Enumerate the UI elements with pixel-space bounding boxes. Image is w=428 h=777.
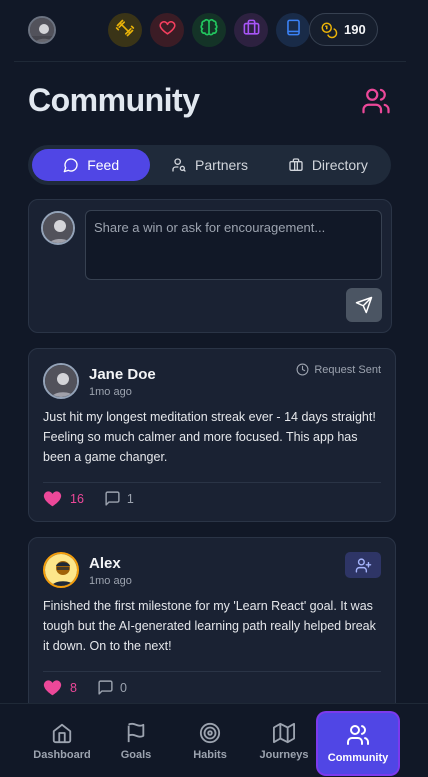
nav-dashboard-label: Dashboard [33, 748, 91, 761]
send-icon [355, 296, 373, 314]
heart-filled-icon [43, 490, 62, 507]
author-avatar[interactable] [43, 552, 79, 588]
users-icon [346, 723, 370, 747]
nav-goals[interactable]: Goals [108, 704, 164, 777]
send-button[interactable] [346, 288, 382, 322]
tab-partners-label: Partners [195, 157, 248, 173]
post-time: 1mo ago [89, 575, 132, 587]
post-stats: 16 1 [43, 490, 134, 507]
community-tabs: Feed Partners Directory [28, 145, 391, 185]
heart-filled-icon [43, 679, 62, 696]
tab-partners[interactable]: Partners [150, 149, 268, 181]
comment-icon [104, 490, 121, 507]
post-time: 1mo ago [89, 386, 132, 398]
nav-dashboard[interactable]: Dashboard [26, 704, 98, 777]
compose-post: Share a win or ask for encouragement... [28, 199, 392, 333]
post-body: Finished the first milestone for my 'Lea… [43, 599, 376, 653]
add-partner-button[interactable] [345, 552, 381, 578]
coin-count: 190 [344, 22, 366, 37]
learning-category-button[interactable] [276, 13, 310, 47]
home-icon [51, 722, 73, 744]
post-body: Just hit my longest meditation streak ev… [43, 410, 376, 464]
health-category-button[interactable] [150, 13, 184, 47]
comment-button[interactable]: 0 [97, 679, 127, 696]
nav-goals-label: Goals [120, 748, 152, 761]
post-input[interactable]: Share a win or ask for encouragement... [85, 210, 382, 280]
fitness-category-button[interactable] [108, 13, 142, 47]
tab-feed[interactable]: Feed [32, 149, 151, 181]
nav-community-label: Community [327, 752, 389, 764]
target-icon [199, 722, 221, 744]
like-count: 8 [70, 680, 77, 695]
book-icon [284, 18, 303, 42]
nav-journeys-label: Journeys [259, 748, 309, 761]
tab-directory[interactable]: Directory [269, 149, 387, 181]
like-count: 16 [70, 491, 84, 506]
nav-journeys[interactable]: Journeys [252, 704, 316, 777]
user-avatar[interactable] [28, 16, 56, 44]
mind-category-button[interactable] [192, 13, 226, 47]
flag-icon [125, 722, 147, 744]
author-name[interactable]: Jane Doe [89, 366, 156, 383]
clock-icon [296, 363, 309, 376]
post-stats: 8 0 [43, 679, 127, 696]
message-circle-icon [63, 157, 79, 173]
brain-icon [199, 18, 219, 43]
briefcase-icon [242, 18, 261, 42]
community-page: 190 Community Feed Partners Directory Sh… [0, 0, 428, 777]
coin-balance[interactable]: 190 [309, 13, 378, 46]
post-card: Alex 1mo ago Finished the first mileston… [28, 537, 396, 727]
request-status: Request Sent [296, 363, 381, 376]
nav-community[interactable]: Community [318, 713, 398, 774]
composer-avatar [41, 211, 75, 245]
nav-habits-label: Habits [193, 748, 227, 761]
career-category-button[interactable] [234, 13, 268, 47]
comment-button[interactable]: 1 [104, 490, 134, 507]
map-icon [273, 722, 295, 744]
coins-icon [320, 21, 338, 39]
heart-icon [158, 18, 177, 42]
page-title: Community [28, 82, 200, 118]
comment-count: 1 [126, 491, 134, 506]
post-divider [43, 671, 381, 672]
author-name[interactable]: Alex [89, 555, 121, 572]
user-search-icon [171, 157, 187, 173]
tab-directory-label: Directory [311, 157, 368, 173]
comment-icon [97, 679, 114, 696]
comment-count: 0 [119, 680, 127, 695]
user-plus-icon [355, 557, 372, 574]
dumbbell-icon [115, 18, 135, 43]
post-card: Jane Doe 1mo ago Request Sent Just hit m… [28, 348, 396, 522]
directory-icon [288, 157, 304, 173]
users-icon [360, 86, 392, 121]
request-status-label: Request Sent [314, 363, 381, 376]
like-button[interactable]: 8 [43, 679, 77, 696]
like-button[interactable]: 16 [43, 490, 84, 507]
tab-feed-label: Feed [87, 157, 120, 173]
post-divider [43, 482, 381, 483]
author-avatar[interactable] [43, 363, 79, 399]
nav-habits[interactable]: Habits [180, 704, 240, 777]
bottom-nav: Dashboard Goals Habits Journeys Communit… [0, 703, 428, 777]
